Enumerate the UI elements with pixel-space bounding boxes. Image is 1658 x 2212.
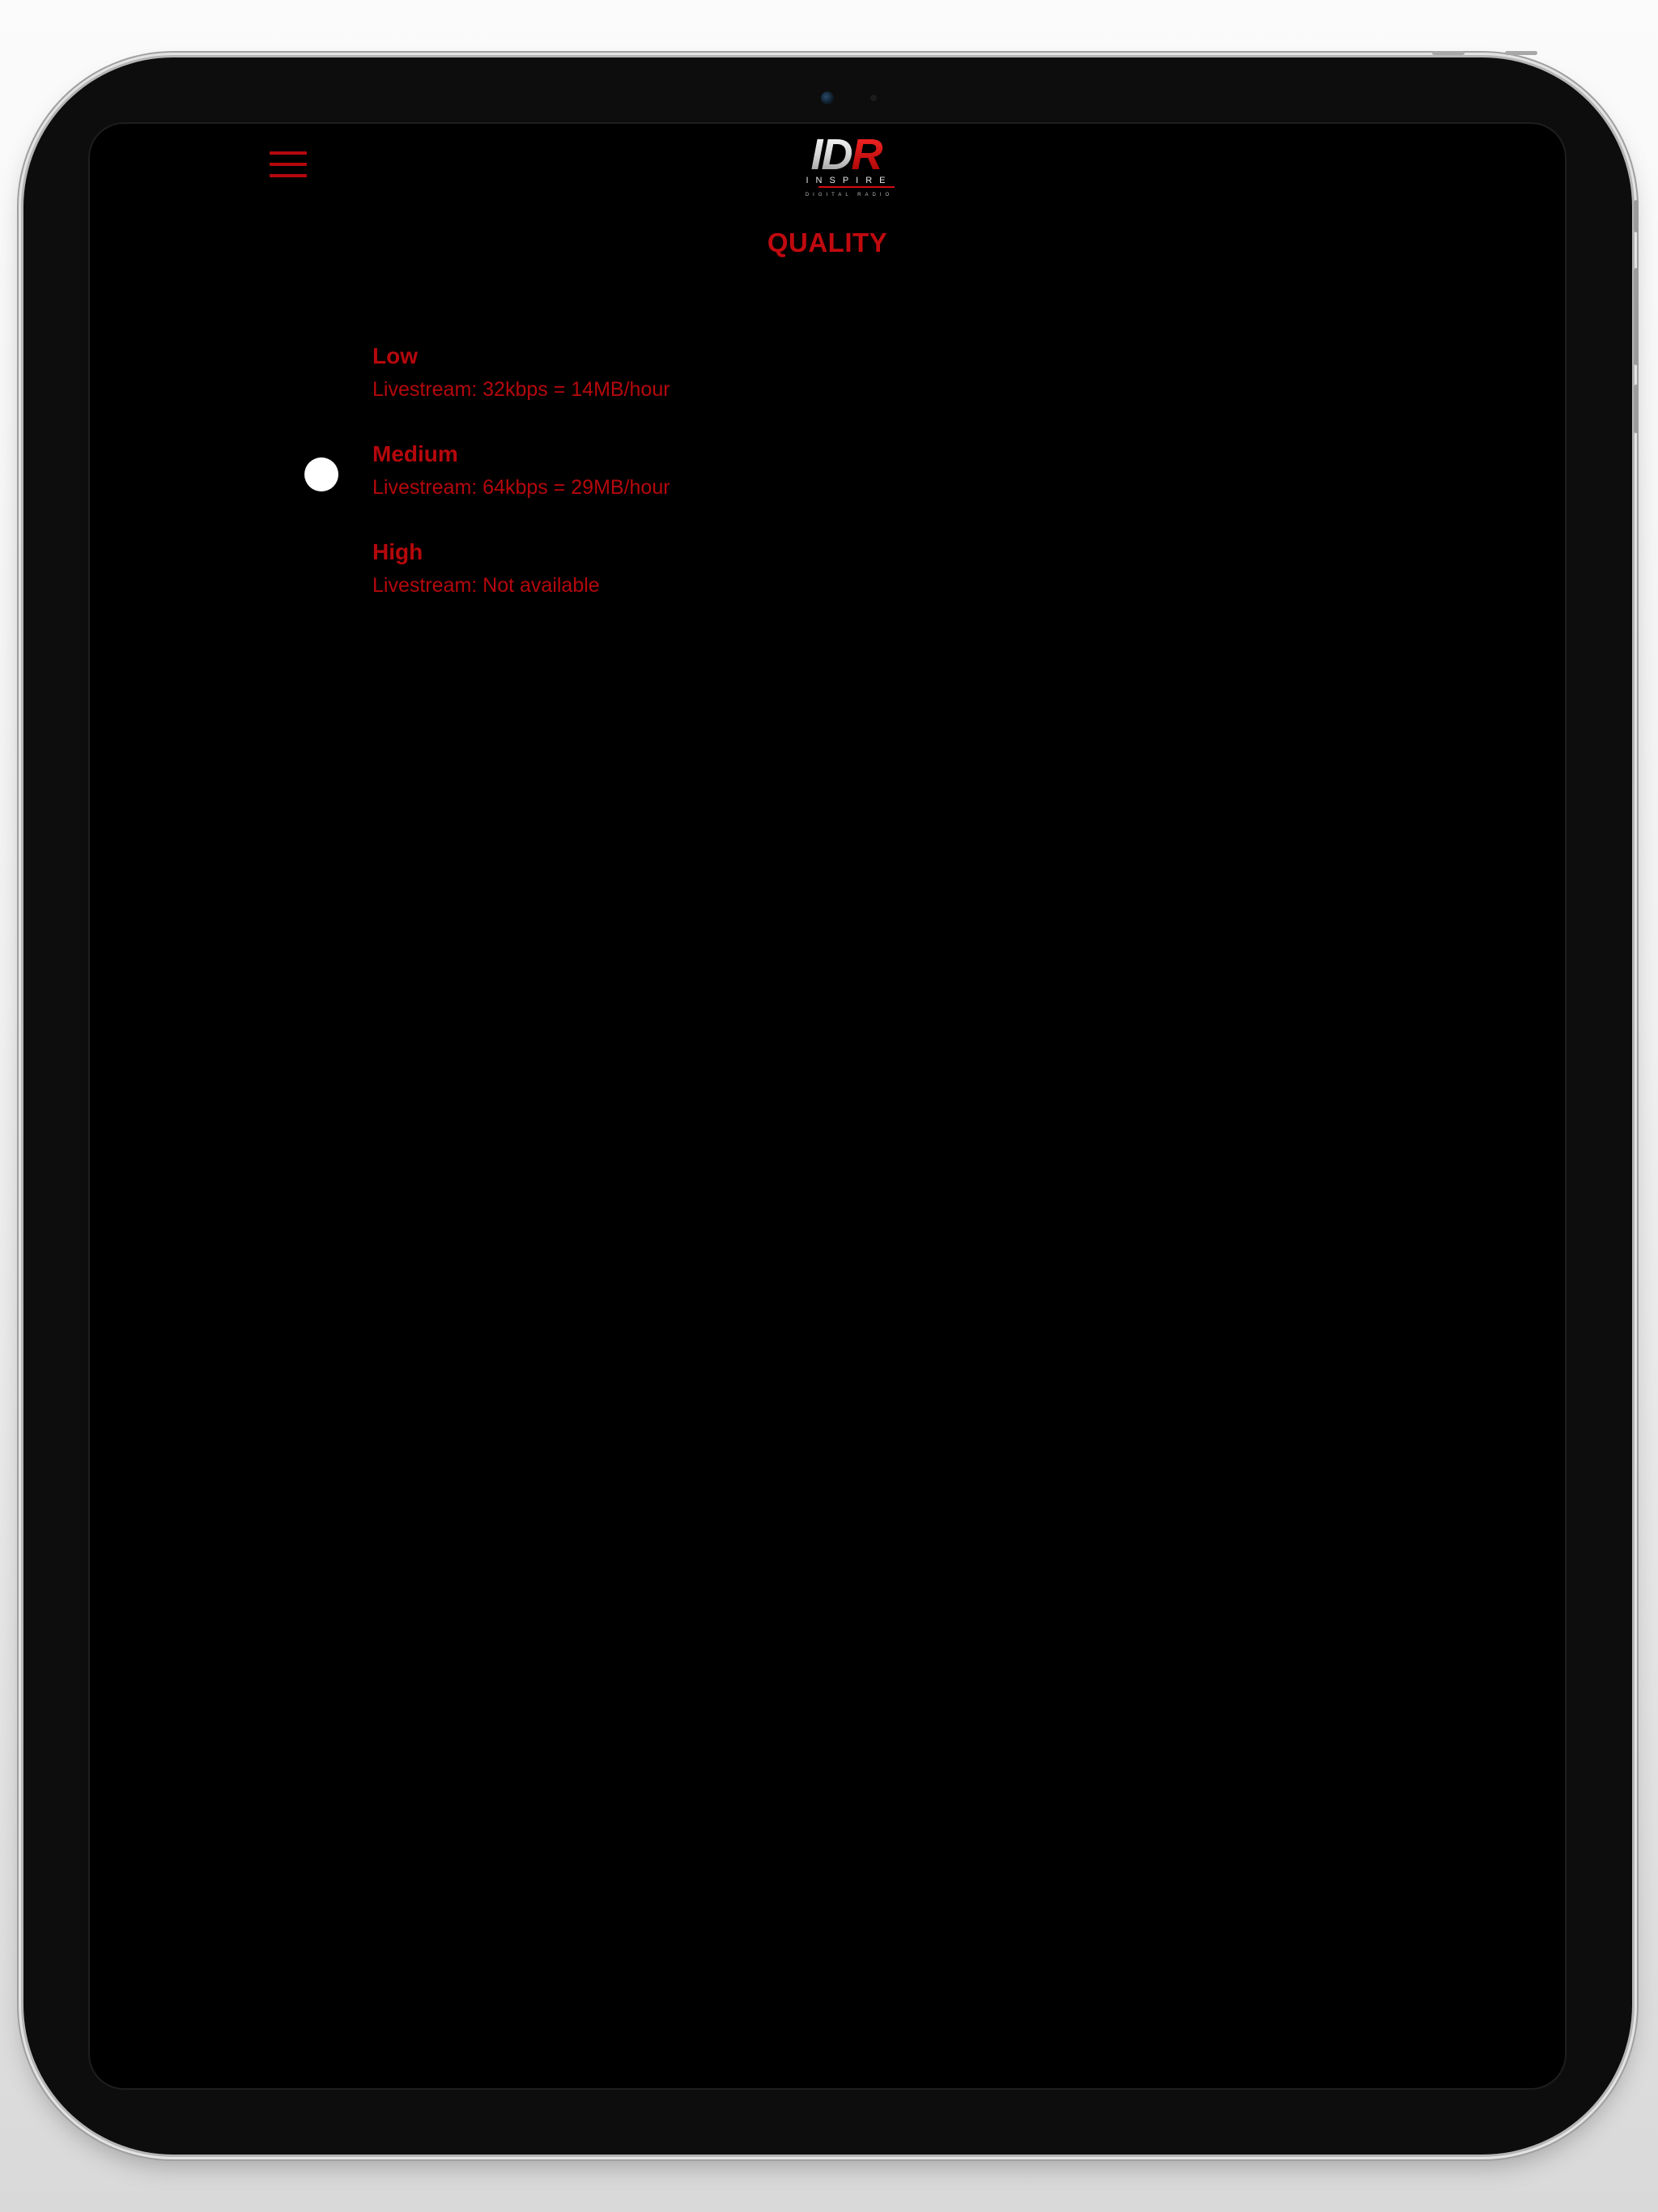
idr-logo: IDR INSPIRE DIGITAL RADIO [806, 132, 895, 198]
front-camera [821, 91, 834, 104]
quality-option-high[interactable]: High Livestream: Not available [90, 538, 1565, 636]
page-title: QUALITY [767, 228, 888, 257]
option-title: Low [372, 343, 418, 368]
logo-tagline: DIGITAL RADIO [806, 193, 893, 198]
device-side-button [1634, 200, 1639, 232]
option-description: Livestream: 64kbps = 29MB/hour [372, 476, 670, 499]
quality-option-medium[interactable]: Medium Livestream: 64kbps = 29MB/hour [90, 440, 1565, 538]
quality-option-low[interactable]: Low Livestream: 32kbps = 14MB/hour [90, 342, 1565, 440]
app-screen: IDR INSPIRE DIGITAL RADIO QUALITY Low Li… [90, 124, 1565, 2088]
device-top-button-secondary [1505, 51, 1537, 55]
device-frame: IDR INSPIRE DIGITAL RADIO QUALITY Low Li… [23, 51, 1639, 2155]
radio-indicator[interactable] [304, 555, 338, 589]
logo-letter-r: R [852, 132, 883, 179]
device-top-button [1432, 51, 1465, 55]
option-title: High [372, 539, 423, 564]
radio-indicator[interactable] [304, 359, 338, 393]
radio-selected-indicator[interactable] [304, 457, 338, 491]
device-volume-button [1634, 268, 1639, 365]
option-description: Livestream: 32kbps = 14MB/hour [372, 378, 670, 401]
hamburger-menu-icon[interactable] [270, 148, 307, 181]
logo-subtitle: INSPIRE [806, 176, 892, 185]
menu-bar [270, 174, 307, 177]
menu-bar [270, 163, 307, 166]
device-side-button-lower [1634, 385, 1639, 433]
logo-letters-id: ID [811, 132, 852, 179]
menu-bar [270, 151, 307, 155]
logo-main-text: IDR [811, 132, 883, 179]
option-description: Livestream: Not available [372, 574, 600, 597]
option-title: Medium [372, 441, 458, 466]
front-sensor [870, 95, 877, 101]
